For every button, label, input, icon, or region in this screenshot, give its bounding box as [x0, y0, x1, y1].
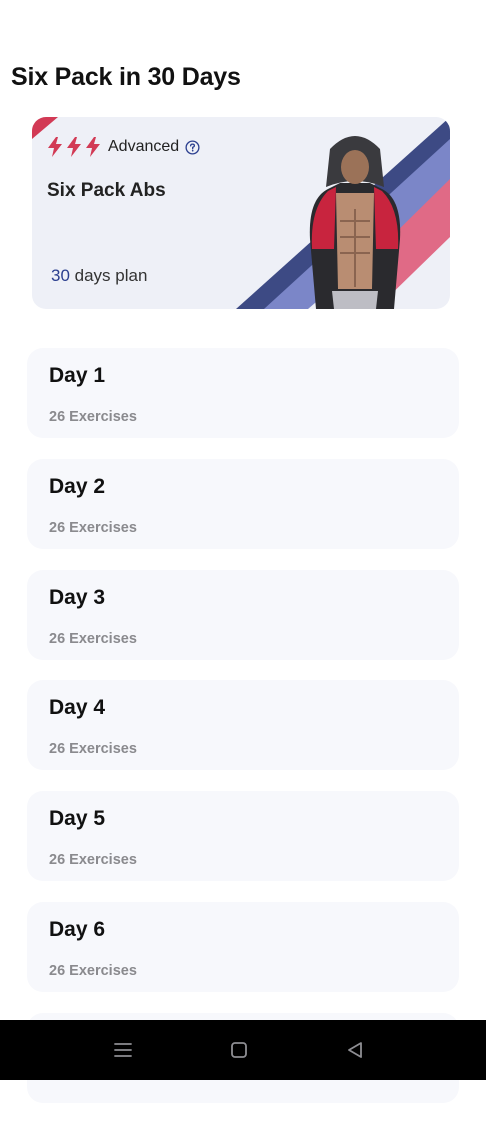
day-title: Day 4 — [49, 696, 106, 720]
plan-name: Six Pack Abs — [47, 180, 166, 201]
plan-length: 30 days plan — [51, 266, 147, 286]
day-item-4[interactable]: Day 4 26 Exercises — [27, 680, 459, 771]
day-title: Day 1 — [49, 364, 106, 387]
day-list: Day 1 26 Exercises Day 2 26 Exercises Da… — [27, 348, 459, 1124]
day-item-6[interactable]: Day 6 26 Exercises — [27, 901, 459, 992]
day-item-5[interactable]: Day 5 26 Exercises — [27, 791, 459, 882]
bolt-icon — [86, 137, 100, 157]
page-title: Six Pack in 30 Days — [11, 63, 241, 91]
menu-icon[interactable] — [111, 1038, 135, 1062]
day-title: Day 6 — [49, 917, 106, 941]
difficulty-label: Advanced — [108, 138, 180, 155]
help-icon[interactable] — [185, 139, 200, 155]
day-exercise-count: 26 Exercises — [49, 852, 137, 869]
day-item-2[interactable]: Day 2 26 Exercises — [27, 458, 459, 549]
day-exercise-count: 26 Exercises — [49, 409, 137, 425]
difficulty-row: Advanced — [47, 137, 200, 157]
day-item-1[interactable]: Day 1 26 Exercises — [27, 348, 459, 438]
plan-days-number: 30 — [51, 266, 70, 285]
day-exercise-count: 26 Exercises — [49, 519, 137, 536]
day-exercise-count: 26 Exercises — [49, 630, 137, 647]
day-item-3[interactable]: Day 3 26 Exercises — [27, 569, 459, 660]
bolt-icon — [67, 137, 81, 157]
day-exercise-count: 26 Exercises — [49, 741, 137, 758]
day-title: Day 2 — [49, 474, 106, 498]
home-square-icon[interactable] — [227, 1038, 251, 1062]
athlete-image — [309, 136, 401, 309]
day-title: Day 5 — [49, 807, 106, 831]
plan-days-suffix: days plan — [69, 266, 148, 285]
back-triangle-icon[interactable] — [343, 1038, 367, 1062]
plan-card[interactable]: Advanced Six Pack Abs 30 days plan — [32, 117, 450, 309]
day-title: Day 3 — [49, 585, 106, 609]
day-exercise-count: 26 Exercises — [49, 962, 137, 979]
system-nav-bar — [0, 1020, 486, 1080]
bolt-icon — [48, 137, 62, 157]
